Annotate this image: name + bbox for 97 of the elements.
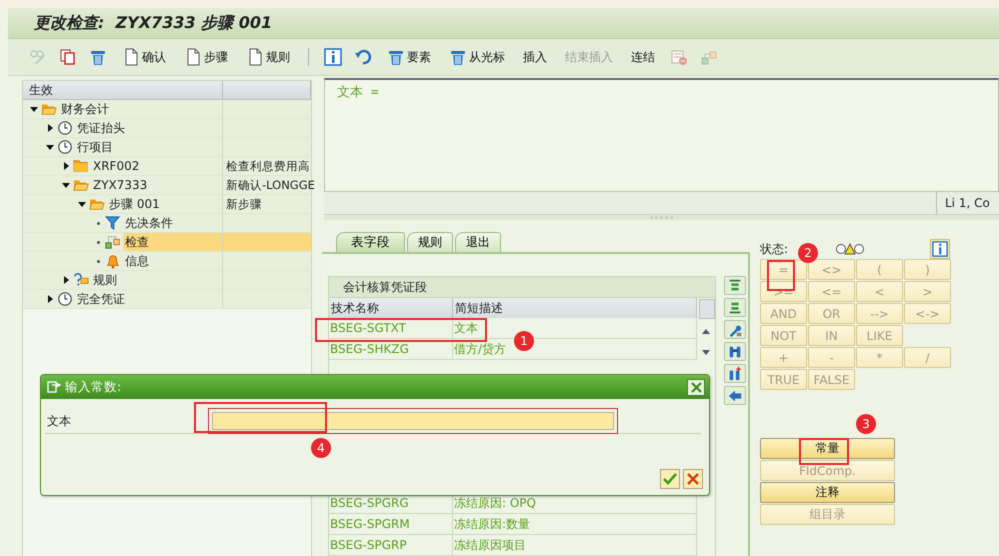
check-icon (663, 473, 677, 485)
action-button[interactable]: 常量 (760, 438, 895, 459)
binoculars-plus-icon (727, 366, 743, 382)
expand-arrow-icon[interactable] (62, 276, 70, 284)
align-bottom-button[interactable] (724, 298, 746, 317)
input-field[interactable] (212, 412, 614, 430)
close-icon (690, 382, 702, 392)
align-bottom-icon (727, 300, 743, 316)
clock-icon (57, 291, 73, 307)
list-minus-icon (670, 48, 688, 66)
collapse-arrow-icon[interactable] (30, 105, 38, 113)
dialog-icon (47, 381, 61, 393)
binoculars-plus-button[interactable] (724, 364, 746, 383)
table-cell[interactable]: BSEG-SGTXT (329, 318, 453, 338)
field-label: 文本 (46, 412, 72, 430)
trash-icon (449, 48, 467, 66)
binoculars-button[interactable] (724, 342, 746, 361)
expand-arrow-icon[interactable] (46, 124, 54, 132)
trash-icon (89, 48, 107, 66)
copy-icon (59, 48, 77, 66)
wrench-button[interactable] (724, 320, 746, 339)
trash-icon (387, 48, 405, 66)
toolbar-button[interactable]: 步骤 (180, 48, 232, 66)
collapse-arrow-icon[interactable] (46, 143, 54, 151)
tree-item[interactable]: 完全凭证 (75, 291, 127, 307)
column-header: 生效 (23, 81, 223, 99)
tree-item[interactable]: 检查 (123, 234, 151, 250)
leaf-dot-icon (96, 240, 100, 244)
tree-item-description: 新步骤 (226, 197, 262, 211)
clock-icon (57, 120, 73, 136)
bell-icon (105, 253, 121, 269)
tab[interactable]: 表字段 (336, 232, 405, 252)
arrow-left-button[interactable] (724, 386, 746, 405)
action-button[interactable]: 注释 (760, 482, 895, 503)
confirm-button[interactable] (660, 469, 680, 489)
tree-item[interactable]: 财务会计 (59, 101, 111, 117)
expand-arrow-icon[interactable] (46, 295, 54, 303)
toolbar-button[interactable]: 要素 (383, 48, 435, 66)
toolbar-button[interactable]: 从光标 (445, 48, 509, 66)
table-cell[interactable]: BSEG-SPGRP (329, 535, 453, 555)
status-label: 状态: (760, 240, 788, 258)
info-icon (324, 48, 342, 66)
traffic-light-icon (836, 243, 864, 255)
close-icon (687, 473, 699, 485)
close-button[interactable] (687, 378, 705, 396)
align-top-button[interactable] (724, 276, 746, 295)
tree-item[interactable]: 步骤 001 (107, 196, 162, 212)
tab[interactable]: 退出 (455, 232, 501, 252)
info-button[interactable] (930, 239, 950, 259)
highlight-frame (767, 260, 795, 291)
collapse-arrow-icon[interactable] (78, 200, 86, 208)
code-editor[interactable]: 文本 = (324, 78, 999, 192)
tree-item[interactable]: ZYX7333 (91, 177, 150, 193)
tree-item[interactable]: XRF002 (91, 158, 142, 174)
table-cell[interactable]: BSEG-SPGRM (329, 514, 453, 534)
table-cell[interactable]: 冻结原因项目 (453, 535, 697, 555)
column-header: 技术名称 (329, 298, 453, 318)
toolbar-button[interactable]: 规则 (242, 48, 294, 66)
align-top-icon (727, 278, 743, 294)
highlight-frame (799, 438, 849, 465)
leaf-dot-icon (96, 260, 100, 262)
binoculars-icon (727, 344, 743, 360)
scrollbar-thumb[interactable] (699, 299, 715, 319)
glasses-pencil-icon (29, 48, 47, 66)
tab[interactable]: 规则 (407, 232, 453, 252)
folder-icon (73, 158, 89, 174)
toolbar-button[interactable]: 插入 (519, 48, 551, 66)
step-marker: 2 (798, 243, 818, 263)
trash-button[interactable] (88, 48, 108, 66)
window-title: 更改检查: ZYX7333 步骤 001 (34, 12, 272, 34)
cursor-position: Li 1, Co (936, 192, 999, 214)
clock-icon (57, 139, 73, 155)
info-button[interactable] (323, 48, 343, 66)
expand-arrow-icon[interactable] (62, 162, 70, 170)
tree-item[interactable]: 凭证抬头 (75, 120, 127, 136)
tree-item-description: 检查利息费用高 (226, 159, 310, 173)
tree-item[interactable]: 先决条件 (123, 215, 175, 231)
undo-button[interactable] (353, 48, 373, 66)
column-header: 简短描述 (453, 298, 697, 318)
dialog-title: 输入常数: (65, 378, 122, 396)
tree-item-description: 新确认-LONGGE (226, 178, 315, 192)
step-marker: 3 (856, 414, 876, 434)
tree-item[interactable]: 规则 (91, 272, 119, 288)
table-title: 会计核算凭证段 (343, 280, 427, 294)
table-cell[interactable]: 冻结原因:数量 (453, 514, 697, 534)
collapse-arrow-icon[interactable] (62, 181, 70, 189)
info-icon (932, 241, 948, 257)
toolbar-button[interactable]: 连结 (627, 48, 659, 66)
cancel-button[interactable] (683, 469, 703, 489)
toolbar-button[interactable]: 确认 (118, 48, 170, 66)
rule-icon (73, 272, 89, 288)
table-cell[interactable]: BSEG-SHKZG (329, 339, 453, 359)
leaf-dot-icon (96, 222, 100, 224)
tree-item[interactable]: 信息 (123, 253, 151, 269)
tree-item[interactable]: 行项目 (75, 139, 115, 155)
undo-icon (354, 48, 372, 66)
check-icon (105, 234, 121, 250)
